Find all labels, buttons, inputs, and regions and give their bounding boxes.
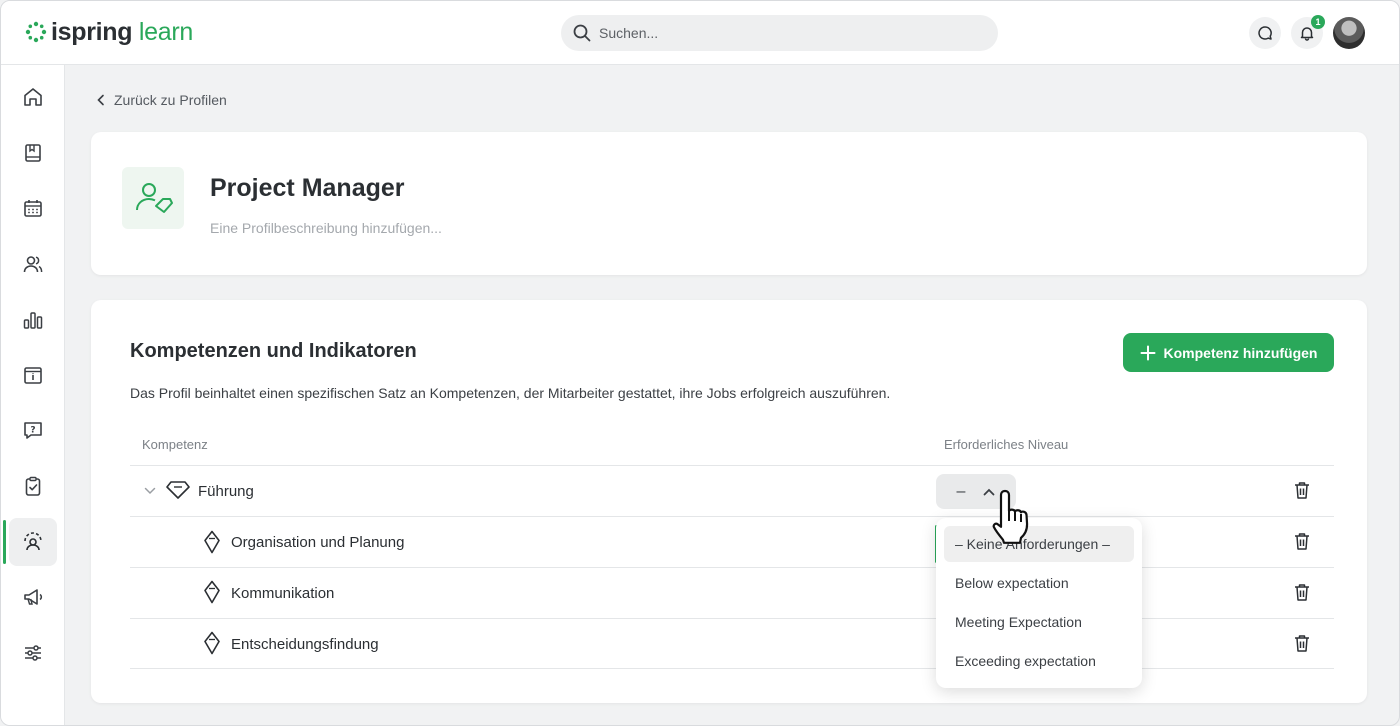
- profile-title[interactable]: Project Manager: [210, 174, 405, 203]
- section-title: Kompetenzen und Indikatoren: [130, 340, 417, 362]
- indicator-name: Entscheidungsfindung: [231, 636, 379, 653]
- sidebar-item-tasks[interactable]: [9, 462, 57, 510]
- top-bar: ispring learn 1: [1, 1, 1399, 65]
- add-competency-button[interactable]: Kompetenz hinzufügen: [1123, 333, 1334, 372]
- column-header-level: Erforderliches Niveau: [944, 437, 1069, 452]
- plus-icon: [1140, 345, 1155, 360]
- profile-card: Project Manager Eine Profilbeschreibung …: [91, 132, 1367, 275]
- info-icon: [24, 367, 42, 384]
- user-tag-icon: [136, 183, 173, 213]
- gem-icon: [166, 481, 190, 499]
- book-icon: [25, 144, 41, 162]
- users-icon: [23, 256, 43, 273]
- chevron-left-icon: [97, 94, 104, 106]
- profile-icon: [122, 167, 184, 229]
- megaphone-icon: [24, 589, 43, 605]
- logo-text-learn: learn: [138, 17, 193, 46]
- trash-icon[interactable]: [1294, 481, 1310, 499]
- logo[interactable]: ispring learn: [25, 17, 193, 47]
- trash-icon[interactable]: [1294, 634, 1310, 652]
- search-input[interactable]: [599, 25, 979, 41]
- logo-icon: [25, 21, 47, 43]
- chat-icon: [1258, 26, 1272, 40]
- indicator-icon: [204, 580, 220, 604]
- calendar-icon: [24, 200, 42, 217]
- app-window: ispring learn 1: [0, 0, 1400, 726]
- table-row[interactable]: Führung –: [130, 465, 1334, 516]
- sidebar-item-quiz[interactable]: ?: [9, 406, 57, 454]
- logo-text: ispring learn: [51, 18, 193, 47]
- competency-name: Führung: [198, 483, 254, 500]
- indicator-name: Kommunikation: [231, 585, 335, 602]
- hand-cursor-icon: [992, 489, 1029, 544]
- sidebar-item-calendar[interactable]: [9, 184, 57, 232]
- sidebar-item-competencies[interactable]: [3, 518, 57, 566]
- table-row[interactable]: Kommunikation: [130, 567, 1334, 618]
- indicator-icon: [204, 631, 220, 655]
- sidebar-item-home[interactable]: [9, 73, 57, 121]
- indicator-name: Organisation und Planung: [231, 534, 405, 551]
- table-row[interactable]: Organisation und Planung: [130, 516, 1334, 567]
- dropdown-option[interactable]: Meeting Expectation: [944, 604, 1134, 640]
- sidebar-item-info[interactable]: [9, 351, 57, 399]
- level-value: –: [956, 482, 966, 500]
- back-link-label: Zurück zu Profilen: [114, 92, 227, 108]
- reports-icon: [23, 312, 43, 329]
- add-competency-label: Kompetenz hinzufügen: [1163, 344, 1318, 361]
- top-icons: 1: [1249, 15, 1365, 49]
- back-link[interactable]: Zurück zu Profilen: [96, 92, 227, 108]
- dropdown-option[interactable]: Exceeding expectation: [944, 643, 1134, 679]
- notifications-button[interactable]: 1: [1291, 15, 1325, 49]
- trash-icon[interactable]: [1294, 532, 1310, 550]
- sidebar-item-courses[interactable]: [9, 129, 57, 177]
- clipboard-icon: [25, 476, 41, 496]
- search-icon: [573, 24, 591, 42]
- sidebar-item-announcements[interactable]: [9, 573, 57, 621]
- chevron-down-icon[interactable]: [144, 487, 156, 495]
- settings-sliders-icon: [25, 645, 41, 661]
- dropdown-option[interactable]: Below expectation: [944, 565, 1134, 601]
- sidebar-item-settings[interactable]: [9, 629, 57, 677]
- chat-button[interactable]: [1249, 17, 1281, 49]
- notification-badge: 1: [1311, 15, 1325, 29]
- user-avatar[interactable]: [1333, 17, 1365, 49]
- svg-text:?: ?: [30, 425, 35, 435]
- sidebar: ?: [1, 65, 65, 725]
- section-description: Das Profil beinhaltet einen spezifischen…: [130, 385, 891, 401]
- sidebar-item-users[interactable]: [9, 240, 57, 288]
- competencies-card: Kompetenzen und Indikatoren Das Profil b…: [91, 300, 1367, 703]
- question-icon: ?: [24, 422, 42, 439]
- trash-icon[interactable]: [1294, 583, 1310, 601]
- competency-icon: [24, 532, 42, 551]
- column-header-competency: Kompetenz: [142, 437, 208, 452]
- table-row[interactable]: Entscheidungsfindung: [130, 618, 1334, 669]
- profile-description-field[interactable]: Eine Profilbeschreibung hinzufügen...: [210, 220, 442, 236]
- search-bar[interactable]: [561, 15, 998, 51]
- sidebar-item-reports[interactable]: [9, 296, 57, 344]
- home-icon: [24, 88, 42, 106]
- indicator-icon: [204, 530, 220, 554]
- logo-text-ispring: ispring: [51, 17, 133, 46]
